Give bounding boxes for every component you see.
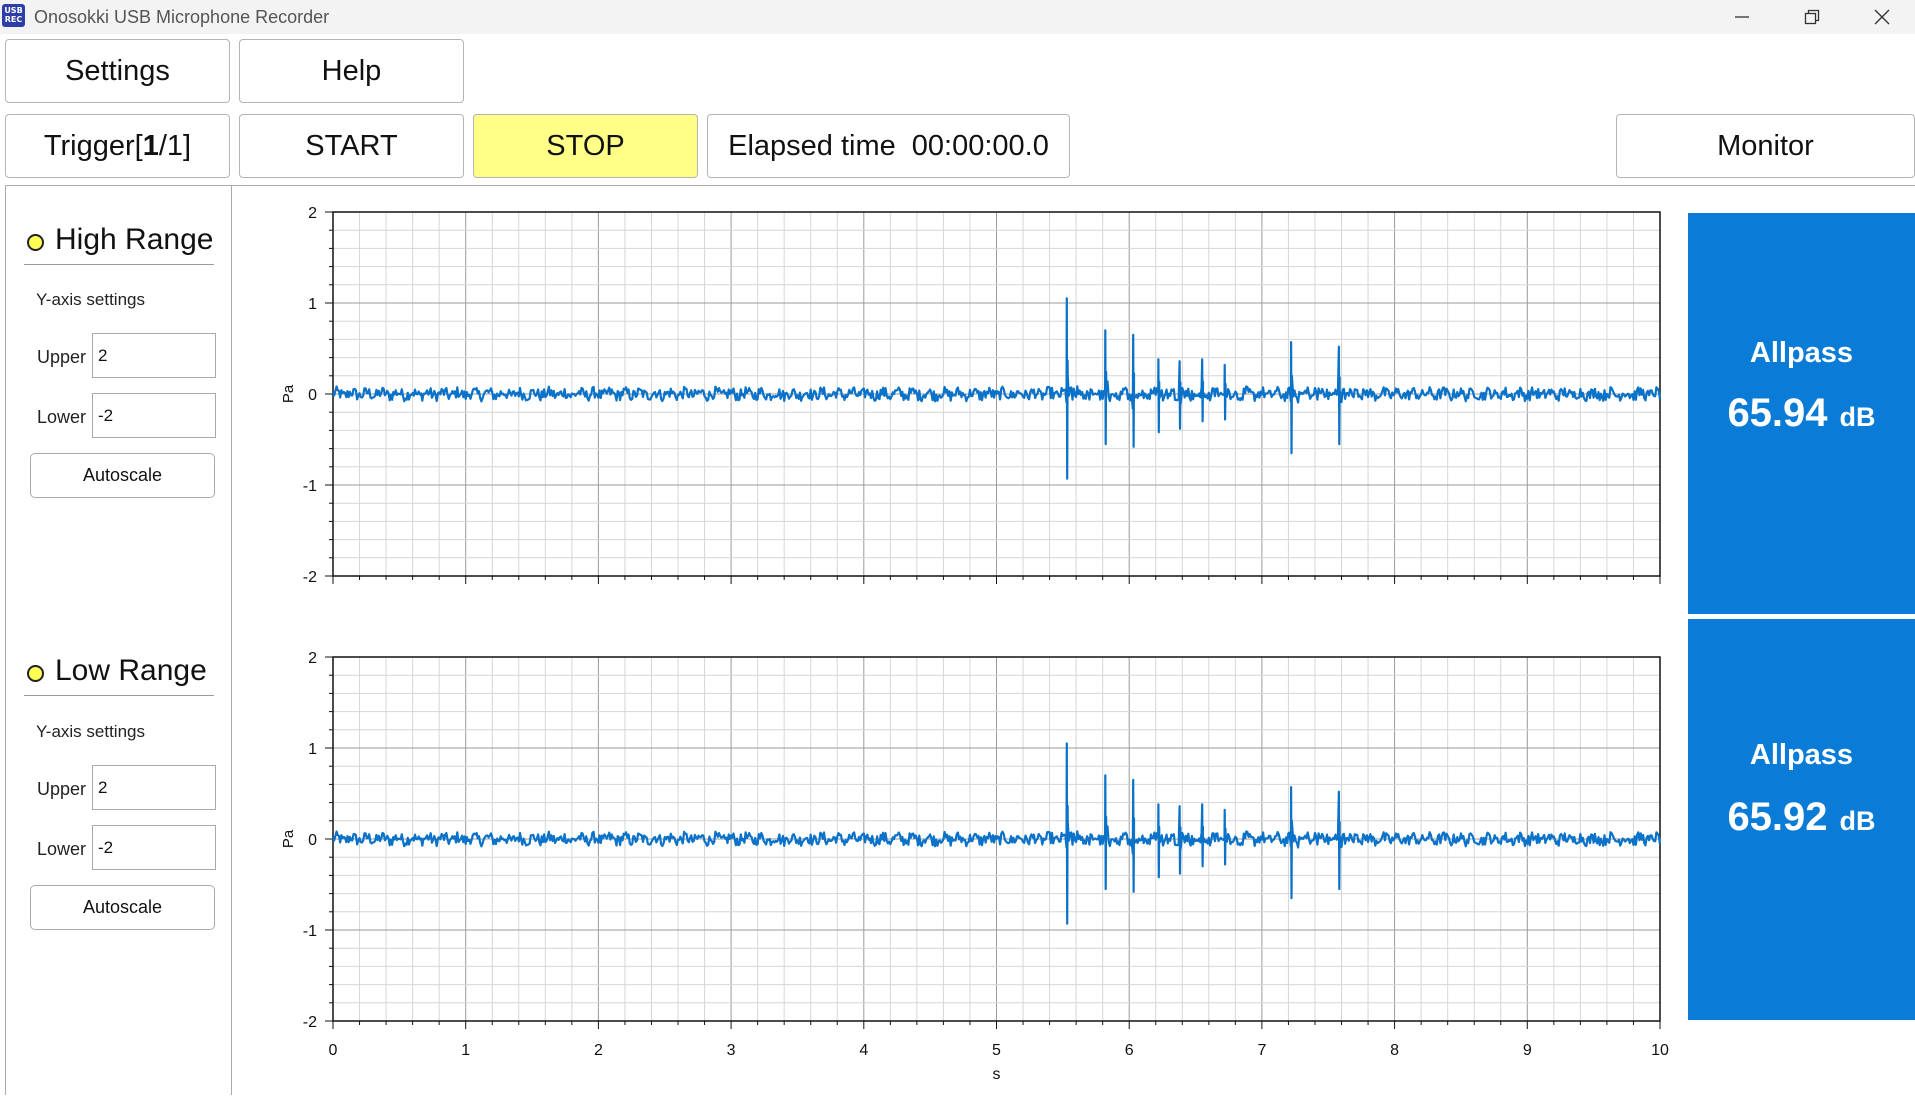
low-meter-label: Allpass — [1749, 739, 1854, 771]
waveform-charts: 210-1-2Pa210-1-2Pa0 1 2 3 4 5 6 7 8 9 10s — [280, 205, 1669, 1083]
y-tick-label: -1 — [303, 478, 317, 495]
y-tick-label: -2 — [303, 569, 317, 586]
x-tick-label: 6 — [1125, 1042, 1134, 1059]
x-tick-label: 8 — [1390, 1042, 1399, 1059]
x-tick-label: 10 — [1651, 1042, 1669, 1059]
x-axis-label: s — [993, 1066, 1001, 1083]
y-tick-label: 1 — [308, 741, 317, 758]
y-axis-label: Pa — [280, 384, 297, 403]
x-tick-label: 9 — [1523, 1042, 1532, 1059]
x-tick-label: 4 — [859, 1042, 868, 1059]
x-tick-label: 2 — [594, 1042, 603, 1059]
y-tick-label: -2 — [303, 1014, 317, 1031]
y-tick-label: 2 — [308, 650, 317, 667]
y-tick-label: 0 — [308, 387, 317, 404]
low-meter-value: 65.92 dB — [1727, 795, 1876, 839]
x-tick-label: 3 — [727, 1042, 736, 1059]
high-meter-value: 65.94 dB — [1727, 391, 1876, 435]
high-range-level-meter: Allpass 65.94 dB — [1688, 213, 1915, 614]
y-tick-label: 1 — [308, 296, 317, 313]
y-tick-label: 0 — [308, 832, 317, 849]
x-tick-label: 0 — [329, 1042, 338, 1059]
y-axis-label: Pa — [280, 829, 297, 848]
x-tick-label: 1 — [461, 1042, 470, 1059]
x-tick-label: 5 — [992, 1042, 1001, 1059]
high-meter-label: Allpass — [1749, 337, 1854, 369]
x-tick-label: 7 — [1257, 1042, 1266, 1059]
y-tick-label: 2 — [308, 205, 317, 222]
y-tick-label: -1 — [303, 923, 317, 940]
low-range-level-meter: Allpass 65.92 dB — [1688, 619, 1915, 1020]
